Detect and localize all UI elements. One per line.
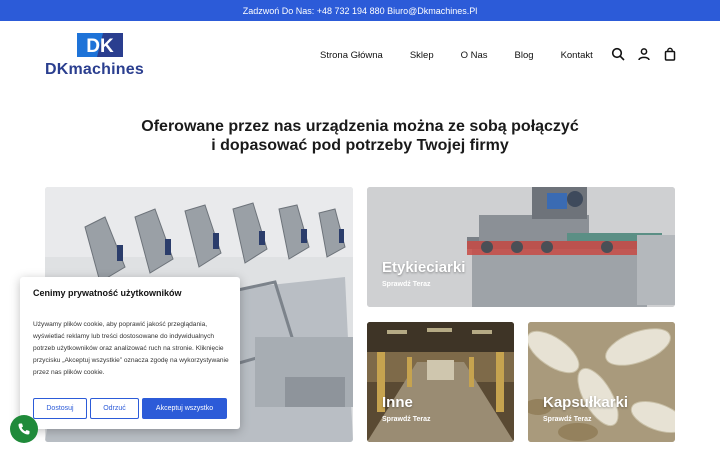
card-capsule-link[interactable]: Sprawdź Teraz — [543, 416, 592, 423]
accept-all-button[interactable]: Akceptuj wszystko — [142, 398, 227, 419]
card-capsule-machines[interactable]: Kapsułkarki Sprawdź Teraz — [528, 322, 675, 442]
site-header: DK DKmachines Strona Główna Sklep O Nas … — [0, 21, 720, 89]
card-labeling-title[interactable]: Etykieciarki — [382, 259, 465, 276]
customize-button[interactable]: Dostosuj — [33, 398, 87, 419]
logo-mark-text: DK — [86, 36, 114, 57]
cookie-description: Używamy plików cookie, aby poprawić jako… — [33, 321, 229, 376]
header-icons — [611, 47, 677, 61]
cart-icon[interactable] — [663, 47, 677, 61]
cookie-consent-dialog: Cenimy prywatność użytkowników Używamy p… — [20, 277, 240, 429]
capsules-image — [528, 322, 675, 442]
nav-item-contact[interactable]: Kontakt — [561, 50, 593, 61]
nav-item-home[interactable]: Strona Główna — [320, 50, 383, 61]
contact-text[interactable]: Zadzwoń Do Nas: +48 732 194 880 Biuro@Dk… — [243, 6, 478, 16]
card-other-link[interactable]: Sprawdź Teraz — [382, 416, 431, 423]
page-headline: Oferowane przez nas urządzenia można ze … — [0, 117, 720, 155]
warehouse-image — [367, 322, 514, 442]
search-icon[interactable] — [611, 47, 625, 61]
nav-item-about[interactable]: O Nas — [461, 50, 488, 61]
logo[interactable]: DK DKmachines — [45, 33, 155, 81]
call-button[interactable] — [10, 415, 38, 443]
card-other[interactable]: Inne Sprawdź Teraz — [367, 322, 514, 442]
account-icon[interactable] — [637, 47, 651, 61]
headline-line-1: Oferowane przez nas urządzenia można ze … — [141, 118, 579, 135]
nav-item-blog[interactable]: Blog — [515, 50, 534, 61]
card-labeling-machines[interactable]: Etykieciarki Sprawdź Teraz — [367, 187, 675, 307]
logo-text: DKmachines — [45, 61, 144, 78]
main-nav: Strona Główna Sklep O Nas Blog Kontakt — [320, 50, 593, 61]
phone-icon — [18, 423, 30, 435]
top-contact-bar: Zadzwoń Do Nas: +48 732 194 880 Biuro@Dk… — [0, 0, 720, 21]
nav-item-shop[interactable]: Sklep — [410, 50, 434, 61]
reject-button[interactable]: Odrzuć — [90, 398, 139, 419]
headline-line-2: i dopasować pod potrzeby Twojej firmy — [211, 137, 509, 154]
labeling-machine-image — [367, 187, 675, 307]
card-capsule-title[interactable]: Kapsułkarki — [543, 394, 628, 411]
cookie-title: Cenimy prywatność użytkowników — [33, 288, 182, 298]
logo-mark-icon: DK — [77, 33, 123, 57]
card-labeling-link[interactable]: Sprawdź Teraz — [382, 281, 431, 288]
card-other-title[interactable]: Inne — [382, 394, 413, 411]
